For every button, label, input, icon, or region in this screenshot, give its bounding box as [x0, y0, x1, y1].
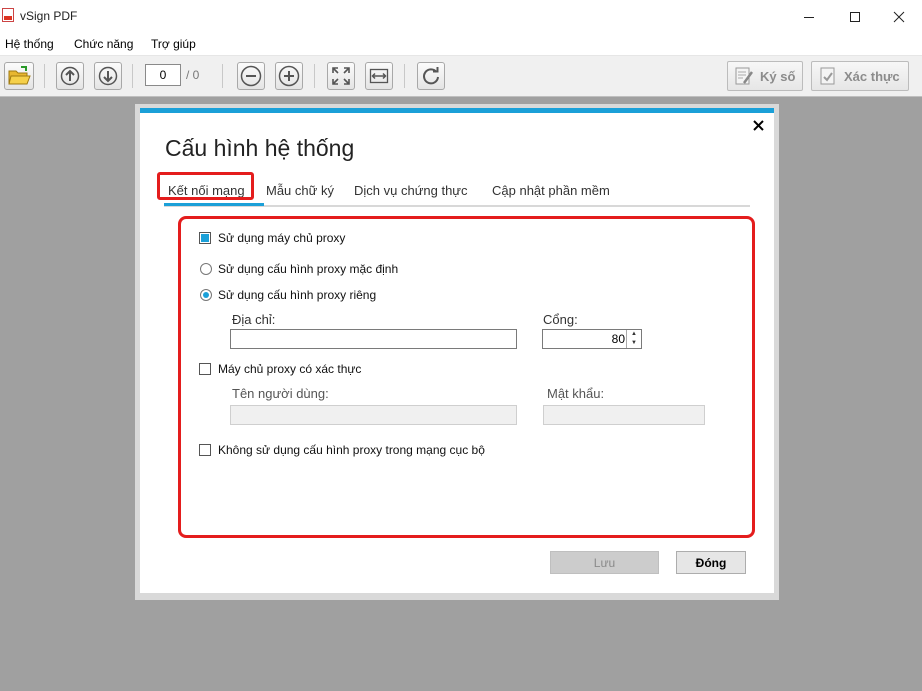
arrow-up-icon — [60, 66, 80, 86]
verify-document-icon — [820, 67, 835, 85]
zoom-out-button[interactable] — [237, 62, 265, 90]
minimize-icon — [804, 16, 814, 18]
sign-button[interactable]: Ký số — [727, 61, 803, 91]
close-icon — [753, 120, 764, 131]
next-page-button[interactable] — [94, 62, 122, 90]
sign-document-icon — [735, 67, 754, 85]
maximize-button[interactable] — [832, 0, 878, 33]
previous-page-button[interactable] — [56, 62, 84, 90]
close-button[interactable]: Đóng — [676, 551, 746, 574]
fit-page-icon — [332, 67, 350, 85]
menu-functions[interactable]: Chức năng — [74, 37, 133, 51]
menu-help[interactable]: Trợ giúp — [151, 37, 196, 51]
zoom-in-button[interactable] — [275, 62, 303, 90]
page-total: / 0 — [186, 68, 200, 82]
tab-software-update[interactable]: Cập nhật phần mềm — [492, 183, 610, 198]
open-folder-icon — [8, 66, 31, 85]
highlight-tab-frame — [157, 172, 254, 200]
fit-width-button[interactable] — [365, 62, 393, 90]
fit-width-icon — [369, 68, 389, 84]
zoom-out-icon — [240, 65, 262, 87]
close-window-button[interactable] — [876, 0, 922, 33]
page-number-input[interactable]: 0 — [145, 64, 181, 86]
zoom-in-icon — [278, 65, 300, 87]
menu-system[interactable]: Hệ thống — [5, 37, 54, 51]
fit-page-button[interactable] — [327, 62, 355, 90]
verify-button[interactable]: Xác thực — [811, 61, 909, 91]
rotate-button[interactable] — [417, 62, 445, 90]
verify-label: Xác thực — [844, 68, 900, 84]
pdf-app-icon — [2, 8, 14, 22]
window-title: vSign PDF — [20, 9, 78, 23]
maximize-icon — [850, 11, 860, 22]
active-tab-indicator — [164, 203, 264, 206]
open-file-button[interactable] — [4, 62, 34, 90]
sign-label: Ký số — [760, 68, 796, 84]
tab-signature-template[interactable]: Mẫu chữ ký — [266, 183, 334, 198]
menu-bar: Hệ thống Chức năng Trợ giúp — [0, 33, 922, 56]
dialog-title: Cấu hình hệ thống — [165, 135, 355, 161]
save-button[interactable]: Lưu — [550, 551, 659, 574]
title-bar: vSign PDF — [0, 0, 922, 33]
dialog-close-button[interactable] — [753, 118, 764, 135]
highlight-panel-frame — [178, 216, 755, 538]
rotate-icon — [423, 67, 439, 85]
minimize-button[interactable] — [786, 0, 832, 33]
close-icon — [893, 11, 905, 22]
tab-certification-service[interactable]: Dịch vụ chứng thực — [354, 183, 468, 198]
arrow-down-icon — [98, 66, 118, 86]
